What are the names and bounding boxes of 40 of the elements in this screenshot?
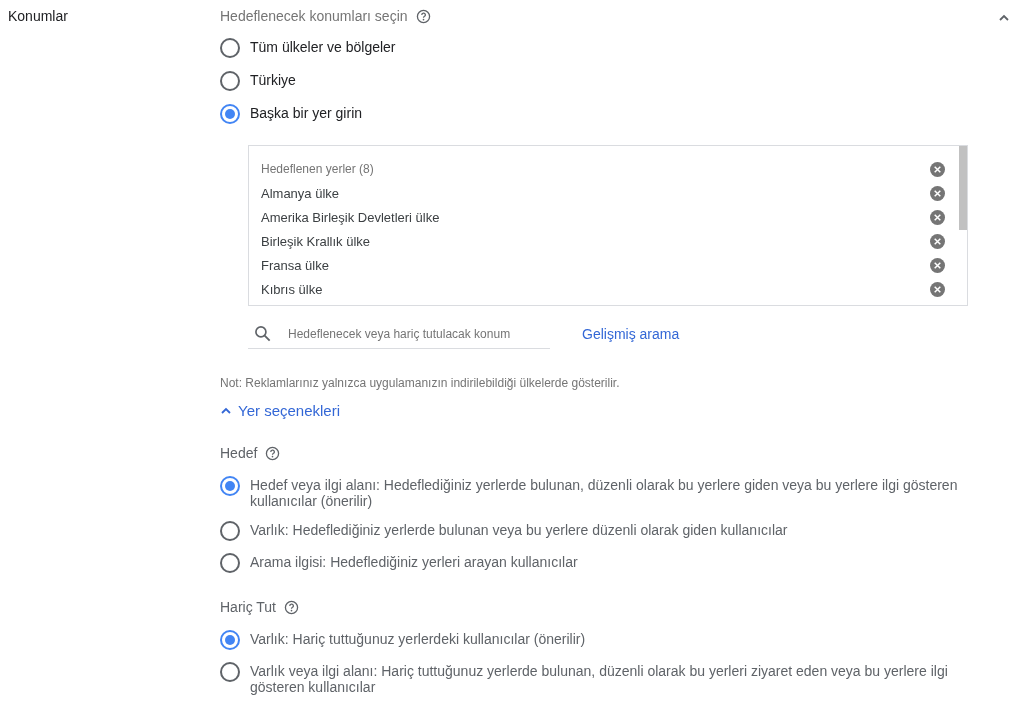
radio-label: Arama ilgisi: Hedeflediğiniz yerleri arayan kullanıcılar [250,554,578,570]
radio-label: Varlık: Hedeflediğiniz yerlerde bulunan veya bu yerlere düzenli olarak giden kullanıcılar [250,522,788,538]
place-item: Almanya ülke [261,185,340,201]
list-heading: Hedeflenen yerler (8) [261,162,374,176]
search-field[interactable]: Hedeflenecek veya hariç tutulacak konum [248,319,550,349]
place-item: Kıbrıs ülke [261,281,323,297]
radio-label: Türkiye [250,72,296,88]
radio-button[interactable] [220,553,240,573]
place-item: Amerika Birleşik Devletleri ülke [261,209,440,225]
radio-button[interactable] [220,630,240,650]
place-item: Birleşik Krallık ülke [261,233,371,249]
section-label: Konumlar [7,7,69,26]
radio-button[interactable] [220,521,240,541]
radio-label: Varlık: Hariç tuttuğunuz yerlerdeki kullanıcılar (önerilir) [250,631,586,647]
radio-button[interactable] [220,104,240,124]
radio-button[interactable] [220,38,240,58]
help-icon[interactable] [415,8,431,24]
remove-icon[interactable] [930,209,945,225]
search-icon [253,324,273,344]
remove-icon[interactable] [930,161,945,177]
radio-button[interactable] [220,476,240,496]
radio-label: Hedef veya ilgi alanı: Hedeflediğiniz yerlerde bulunan, düzenli olarak bu yerlere giden veya bu yerlere ilgi gösteren kullanıcılar (önerilir) [250,477,959,509]
radio-button[interactable] [220,71,240,91]
advanced-search-link[interactable]: Gelişmiş arama [582,326,680,342]
note-text: Not: Reklamlarınız yalnızca uygulamanızın indirilebildiği ülkelerde gösterilir. [220,376,621,390]
radio-label: Tüm ülkeler ve bölgeler [250,39,396,55]
radio-label: Varlık veya ilgi alanı: Hariç tuttuğunuz yerlerde bulunan, düzenli olarak bu yerleri ziyaret eden veya bu yerlere ilgi gösteren kullanıcılar [250,663,949,695]
group-heading: Hedef [220,445,258,461]
place-item: Fransa ülke [261,257,329,273]
radio-button[interactable] [220,662,240,682]
help-icon[interactable] [265,445,281,461]
section-heading: Hedeflenecek konumları seçin [220,8,408,24]
group-heading: Hariç Tut [220,599,276,615]
remove-icon[interactable] [930,281,945,297]
remove-icon[interactable] [930,257,945,273]
help-icon[interactable] [284,599,299,615]
place-options-toggle[interactable]: Yer seçenekleri [220,402,340,419]
radio-label: Başka bir yer girin [250,105,363,121]
remove-icon[interactable] [930,185,945,201]
remove-icon[interactable] [930,233,945,249]
